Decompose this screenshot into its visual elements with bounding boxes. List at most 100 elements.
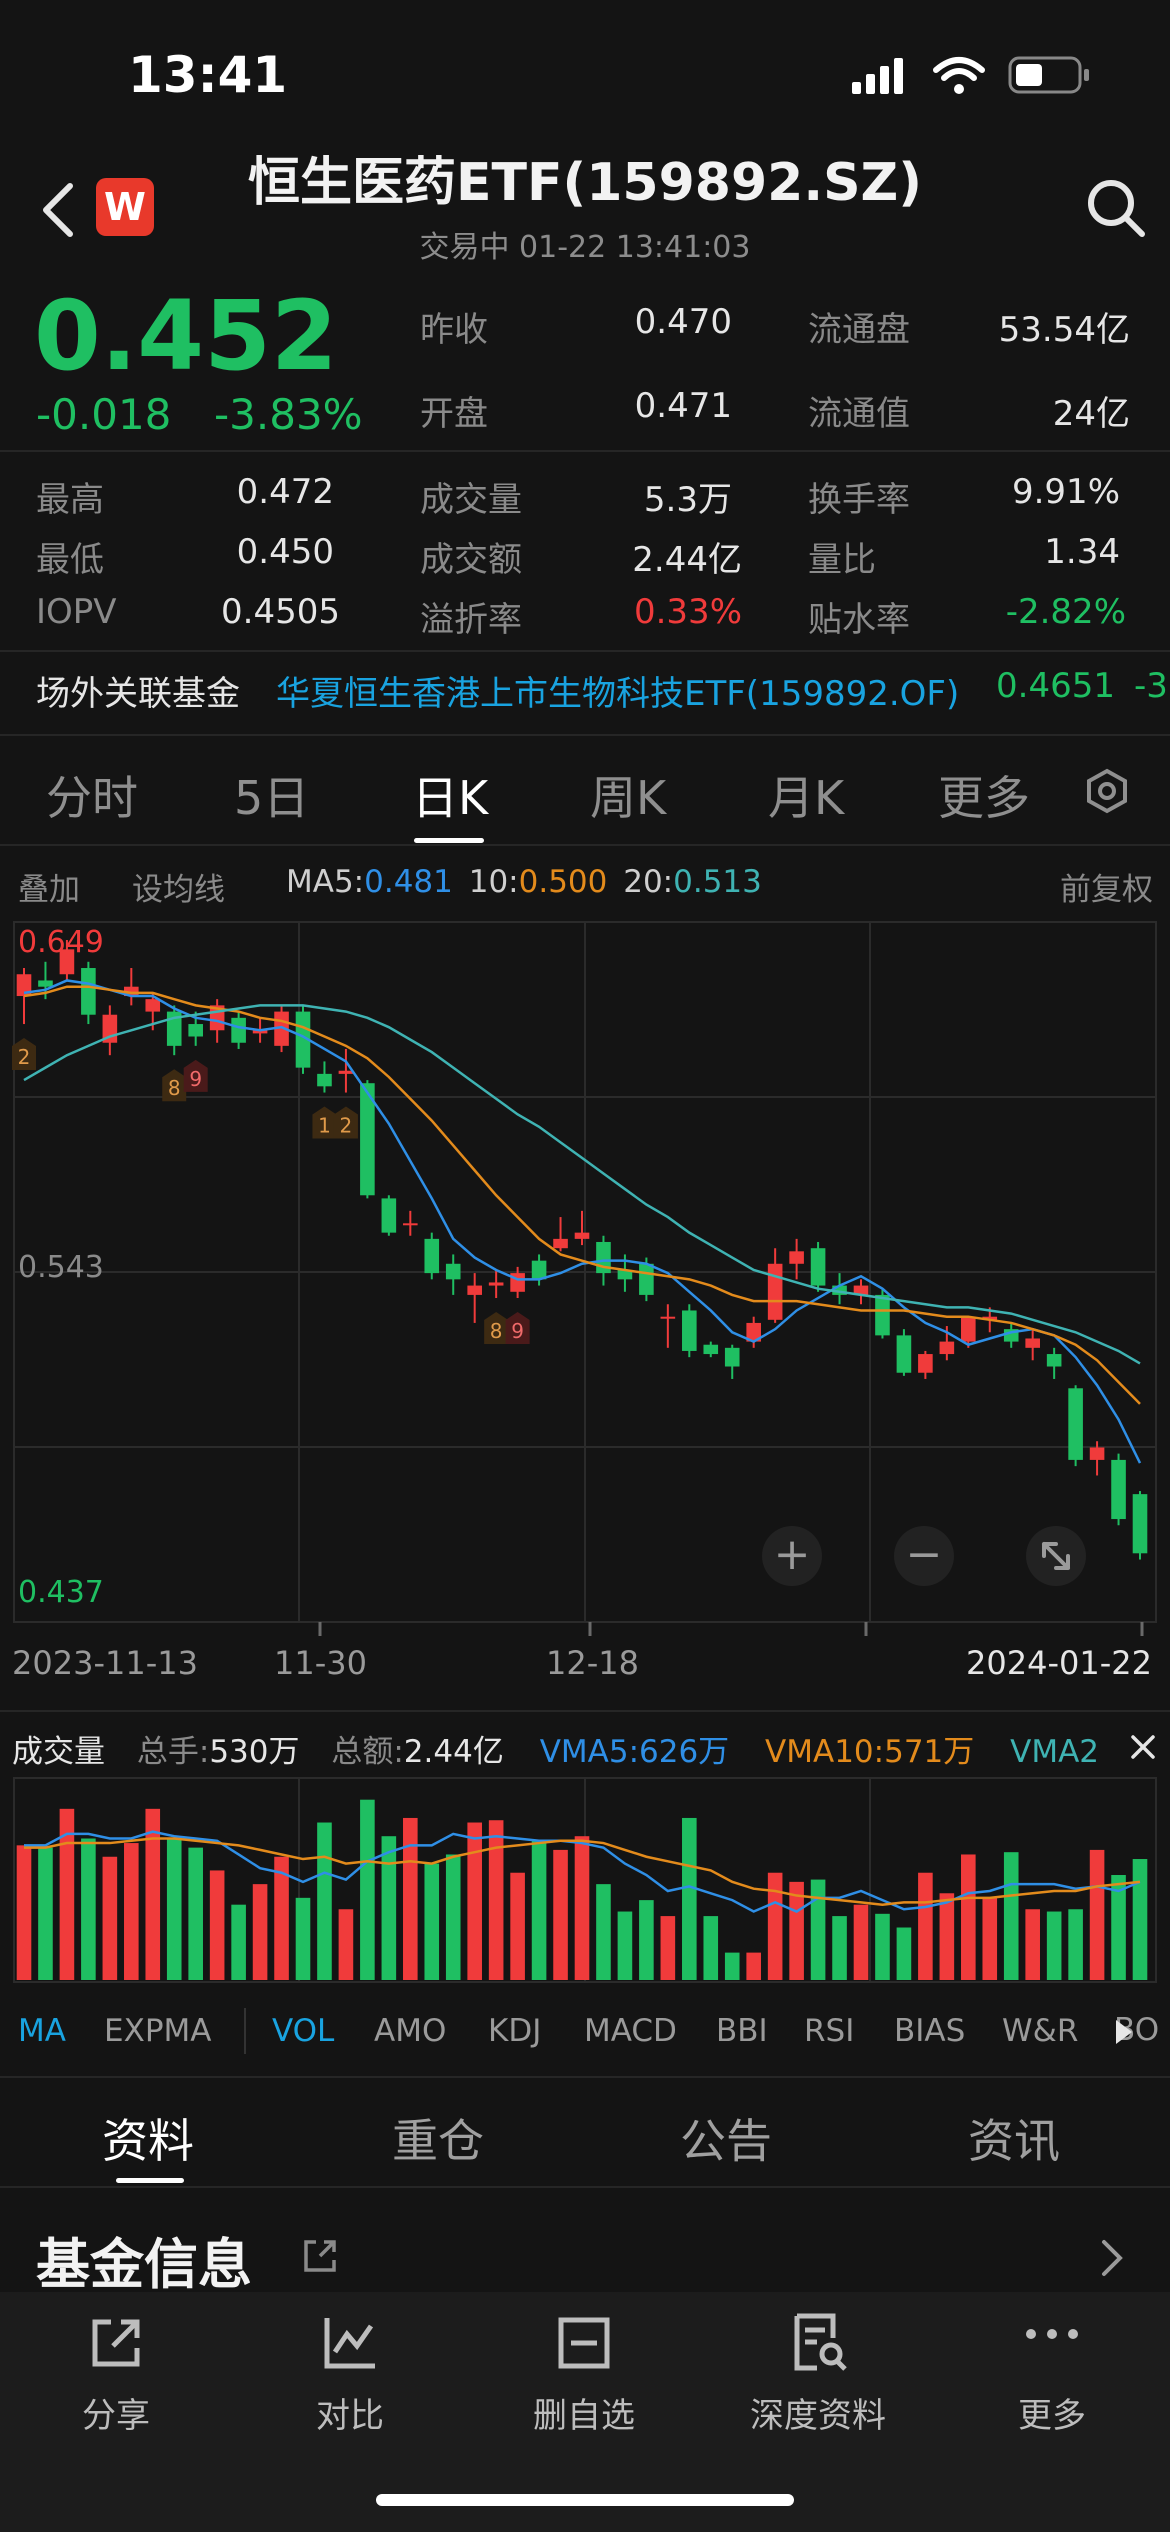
share-out-icon[interactable]: [300, 2236, 340, 2276]
price-change: -0.018: [36, 390, 172, 439]
tab-intraday[interactable]: 分时: [46, 762, 138, 828]
fullscreen-button[interactable]: [1026, 1526, 1086, 1586]
zoom-in-button[interactable]: +: [762, 1526, 822, 1586]
candle-body: [467, 1285, 482, 1295]
trading-status: 交易中 01-22 13:41:03: [419, 230, 751, 265]
candle-body: [767, 1263, 783, 1320]
candle-body: [231, 1017, 246, 1043]
indicator-tab-expma[interactable]: EXPMA: [104, 2013, 211, 2049]
amount-value: 2.44亿: [632, 540, 742, 580]
tab-daily-k[interactable]: 日K: [412, 762, 488, 828]
indicator-tab-rsi[interactable]: RSI: [804, 2013, 854, 2049]
sequence-marker-text: 8: [168, 1076, 181, 1100]
candle: [767, 1248, 783, 1323]
sequence-marker-text: 9: [189, 1067, 202, 1091]
candle-body: [1068, 1388, 1083, 1460]
volume-title: 成交量: [12, 1734, 105, 1770]
tab-weekly-k[interactable]: 周K: [590, 762, 666, 828]
set-ma-button[interactable]: 设均线: [132, 864, 225, 909]
vol-ratio-value: 1.34: [1044, 532, 1120, 572]
more-dots-icon: [1026, 2329, 1078, 2339]
adjust-button[interactable]: 前复权: [1060, 864, 1153, 909]
chart-settings-icon[interactable]: [1084, 768, 1130, 814]
candle-body: [918, 1354, 933, 1373]
sequence-marker: 1: [312, 1106, 337, 1139]
candle-body: [639, 1263, 654, 1295]
content-tab-holdings[interactable]: 重仓: [392, 2105, 484, 2171]
candle: [531, 1254, 547, 1286]
candle: [317, 1061, 332, 1093]
candle: [574, 1210, 590, 1246]
candle-body: [1046, 1354, 1062, 1367]
volume-bar: [853, 1904, 869, 1980]
content-tab-news[interactable]: 资讯: [968, 2105, 1060, 2171]
nav-more[interactable]: 更多: [962, 2290, 1142, 2437]
candlestick-chart[interactable]: 28 91 28 9 0.649 0.543 0.437: [0, 920, 1170, 1640]
indicator-tab-bbi[interactable]: BBI: [716, 2013, 768, 2049]
indicator-tab-macd[interactable]: MACD: [584, 2013, 677, 2049]
indicator-tab-ma[interactable]: MA: [18, 2013, 66, 2049]
candle: [102, 1005, 118, 1056]
quote-summary: 0.452 -0.018 -3.83% 昨收 0.470 开盘 0.471 流通…: [0, 280, 1170, 450]
candle: [789, 1238, 804, 1280]
indicator-divider: [244, 2008, 246, 2054]
indicator-tab-wr[interactable]: W&R: [1002, 2013, 1078, 2049]
indicator-tab-vol[interactable]: VOL: [272, 2013, 334, 2049]
candle-body: [188, 1024, 203, 1037]
volume-bar: [939, 1893, 955, 1980]
price-label-mid: 0.543: [18, 1250, 104, 1285]
premium-value: 0.33%: [633, 592, 742, 632]
nav-remove-watchlist[interactable]: 删自选: [494, 2290, 674, 2437]
page-title: 恒生医药ETF(159892.SZ): [247, 153, 923, 213]
close-icon[interactable]: [1128, 1732, 1158, 1762]
tab-monthly-k[interactable]: 月K: [768, 762, 844, 828]
sequence-marker-text: 2: [340, 1114, 353, 1138]
volume-bar: [16, 1845, 32, 1980]
tab-more[interactable]: 更多: [938, 762, 1030, 828]
volume-chart[interactable]: [0, 1776, 1170, 1986]
active-tab-indicator: [414, 838, 484, 843]
nav-compare[interactable]: 对比: [260, 2290, 440, 2437]
total-hands-value: 530万: [209, 1734, 300, 1770]
zoom-out-button[interactable]: −: [894, 1526, 954, 1586]
tab-5day[interactable]: 5日: [234, 762, 309, 828]
chevron-right-icon[interactable]: [1098, 2236, 1128, 2280]
divider: [0, 1710, 1170, 1712]
vma5-label: VMA5:: [539, 1734, 640, 1770]
ma5-legend-label: MA5:: [286, 864, 365, 900]
volume-bar: [231, 1904, 246, 1980]
indicator-tab-amo[interactable]: AMO: [374, 2013, 446, 2049]
nav-share[interactable]: 分享: [26, 2290, 206, 2437]
volume-bar: [639, 1900, 654, 1980]
candle: [488, 1270, 504, 1299]
candle: [553, 1217, 568, 1252]
open-label: 开盘: [420, 394, 488, 434]
related-fund-row[interactable]: 场外关联基金 华夏恒生香港上市生物科技ETF(159892.OF) 0.4651…: [0, 652, 1170, 732]
prev-close-label: 昨收: [420, 310, 488, 350]
home-indicator: [376, 2494, 794, 2506]
candle: [166, 1005, 182, 1056]
ma10-legend-value: 0.500: [518, 864, 608, 900]
related-fund-name[interactable]: 华夏恒生香港上市生物科技ETF(159892.OF): [276, 666, 959, 715]
indicator-tab-kdj[interactable]: KDJ: [488, 2013, 541, 2049]
divider: [0, 844, 1170, 846]
search-icon[interactable]: [1084, 176, 1148, 240]
candle-body: [939, 1341, 955, 1355]
volume-bar: [467, 1822, 482, 1980]
nav-deep-data[interactable]: 深度资料: [728, 2290, 908, 2437]
related-fund-label: 场外关联基金: [36, 674, 240, 714]
divider: [0, 450, 1170, 452]
cellular-signal-icon: [852, 58, 903, 94]
overlay-button[interactable]: 叠加: [18, 864, 80, 909]
candle-body: [81, 968, 96, 1015]
candle: [445, 1254, 461, 1295]
candle: [231, 1011, 246, 1049]
scroll-right-icon[interactable]: [1114, 2018, 1134, 2046]
indicator-tab-bias[interactable]: BIAS: [894, 2013, 965, 2049]
vma5-value: 626万: [639, 1734, 730, 1770]
content-tab-profile[interactable]: 资料: [102, 2105, 194, 2171]
candle-body: [38, 980, 53, 987]
volume-bar: [875, 1913, 890, 1980]
content-tab-announcements[interactable]: 公告: [680, 2105, 772, 2171]
related-fund-change: -3: [1134, 666, 1168, 706]
